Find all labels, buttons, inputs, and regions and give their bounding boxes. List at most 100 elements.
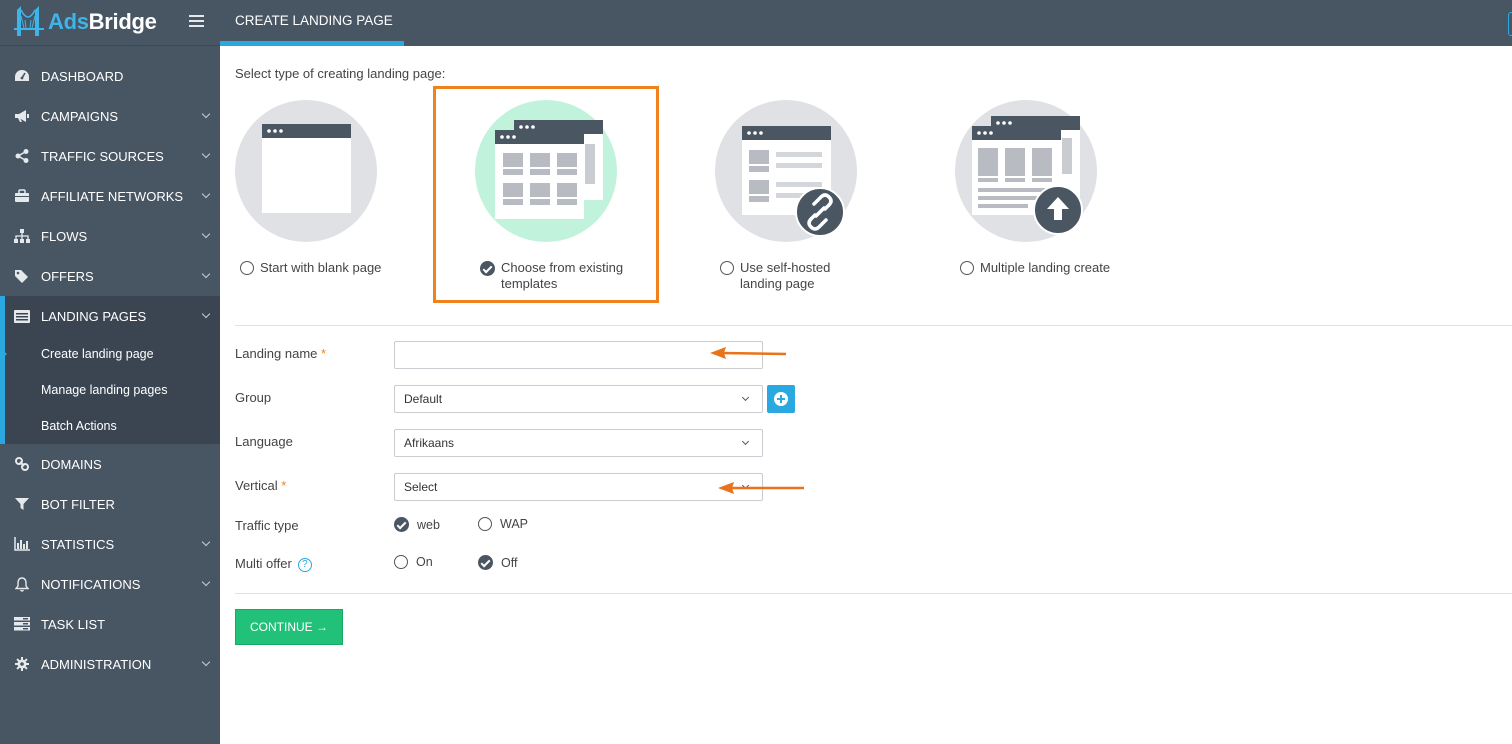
sidebar-subitem-create-landing-page[interactable]: Create landing page [0, 336, 220, 372]
sidebar-subitem-manage-landing-pages[interactable]: Manage landing pages [5, 372, 220, 408]
briefcase-icon [14, 188, 30, 204]
dashboard-icon [14, 68, 30, 84]
sidebar-item-administration[interactable]: ADMINISTRATION [0, 644, 220, 684]
field-label: Language [235, 434, 293, 449]
chevron-down-icon[interactable] [201, 109, 211, 119]
chevron-down-icon [741, 437, 750, 446]
continue-button[interactable]: CONTINUE → [235, 609, 343, 645]
continue-label: CONTINUE → [250, 620, 328, 634]
option-blank-radio[interactable] [240, 261, 254, 275]
selected-option-highlight [433, 86, 659, 303]
traffic-web-checked-icon[interactable] [394, 517, 409, 532]
sidebar-item-traffic-sources[interactable]: TRAFFIC SOURCES [0, 136, 220, 176]
sidebar-item-landing-pages[interactable]: LANDING PAGES [5, 296, 220, 336]
sidebar-item-label: STATISTICS [41, 536, 115, 552]
traffic-type-label: Traffic type [235, 518, 299, 533]
group-select[interactable]: Default [394, 385, 763, 413]
logo-text: AdsBridge [48, 9, 157, 35]
option-multiple-radio[interactable] [960, 261, 974, 275]
sidebar-item-dashboard[interactable]: DASHBOARD [0, 56, 220, 96]
chevron-down-icon[interactable] [201, 189, 211, 199]
add-group-button[interactable] [767, 385, 795, 413]
landing-name-label: Landing name * [235, 346, 326, 361]
filter-icon [14, 496, 30, 512]
vertical-select[interactable]: Select [394, 473, 763, 501]
field-label: Multi offer [235, 556, 292, 571]
sidebar-item-affiliate-networks[interactable]: AFFILIATE NETWORKS [0, 176, 220, 216]
share-icon [14, 148, 30, 164]
multi-off-checked-icon[interactable] [478, 555, 493, 570]
bar-chart-icon [14, 536, 30, 552]
traffic-wap-radio[interactable] [478, 517, 492, 531]
traffic-type-web-option[interactable]: web [394, 517, 440, 532]
app-root: AdsBridge DASHBOARD CAMPAIGNS TRAFFIC SO… [0, 0, 1512, 744]
vertical-selected-value: Select [404, 480, 438, 494]
sidebar-item-label: NOTIFICATIONS [41, 576, 141, 592]
option-label-line1: Use self-hosted [740, 260, 831, 275]
traffic-type-wap-option[interactable]: WAP [478, 517, 528, 531]
sidebar-item-domains[interactable]: DOMAINS [0, 444, 220, 484]
sidebar-item-label: FLOWS [41, 228, 88, 244]
megaphone-icon [14, 108, 30, 124]
language-selected-value: Afrikaans [404, 436, 455, 450]
sidebar-item-notifications[interactable]: NOTIFICATIONS [0, 564, 220, 604]
topbar: CREATE LANDING PAGE [220, 0, 1512, 46]
chevron-down-icon[interactable] [201, 657, 211, 667]
sidebar-item-label: LANDING PAGES [41, 308, 147, 324]
option-multiple-label: Multiple landing create [960, 260, 1110, 276]
sidebar-item-label: AFFILIATE NETWORKS [41, 188, 184, 204]
option-blank-label: Start with blank page [240, 260, 381, 276]
multi-offer-off-option[interactable]: Off [478, 555, 517, 570]
multiple-landing-illustration [955, 100, 1097, 242]
subitem-label: Batch Actions [41, 419, 117, 433]
sidebar-item-flows[interactable]: FLOWS [0, 216, 220, 256]
sidebar-item-label: DOMAINS [41, 456, 102, 472]
self-hosted-illustration [715, 100, 857, 242]
sidebar-item-campaigns[interactable]: CAMPAIGNS [0, 96, 220, 136]
chevron-down-icon[interactable] [201, 269, 211, 279]
help-icon[interactable]: ? [297, 557, 312, 572]
chevron-down-icon[interactable] [201, 309, 211, 319]
option-label-text: Start with blank page [260, 260, 382, 275]
sitemap-icon [14, 228, 30, 244]
sidebar-item-label: ADMINISTRATION [41, 656, 152, 672]
option-self-hosted-radio[interactable] [720, 261, 734, 275]
blank-page-illustration [235, 100, 377, 242]
field-label: Vertical [235, 478, 278, 493]
sidebar-item-statistics[interactable]: STATISTICS [0, 524, 220, 564]
chevron-down-icon[interactable] [201, 537, 211, 547]
required-marker: * [281, 478, 287, 493]
sidebar-item-bot-filter[interactable]: BOT FILTER [0, 484, 220, 524]
topbar-edge-button[interactable] [1508, 12, 1512, 36]
option-label-text: On [416, 555, 433, 569]
section-divider-top [235, 325, 1512, 326]
sidebar-item-label: TRAFFIC SOURCES [41, 148, 164, 164]
page-title: CREATE LANDING PAGE [235, 13, 393, 28]
multi-on-radio[interactable] [394, 555, 408, 569]
sidebar-nav-lower: DOMAINS BOT FILTER STATISTICS NOTIFICATI… [0, 444, 220, 684]
option-label-line2: landing page [740, 276, 815, 291]
option-self-hosted-label: Use self-hosted landing page [720, 260, 830, 292]
sidebar-item-offers[interactable]: OFFERS [0, 256, 220, 296]
logo-part-ads: Ads [48, 9, 89, 34]
group-label: Group [235, 390, 271, 405]
multi-offer-on-option[interactable]: On [394, 555, 433, 569]
chevron-down-icon[interactable] [201, 577, 211, 587]
option-label-text: Off [501, 555, 518, 570]
field-label: Traffic type [235, 518, 299, 533]
chevron-down-icon[interactable] [201, 149, 211, 159]
adsbridge-logo[interactable]: AdsBridge [14, 6, 157, 38]
field-label: Landing name [235, 346, 318, 361]
select-type-label: Select type of creating landing page: [235, 66, 446, 81]
hamburger-menu-icon[interactable] [189, 15, 204, 27]
sidebar-item-label: DASHBOARD [41, 68, 124, 84]
annotation-arrow-landing-name [710, 347, 787, 359]
sidebar-subitem-batch-actions[interactable]: Batch Actions [5, 408, 220, 444]
option-label-text: web [417, 517, 440, 532]
annotation-arrow-vertical [718, 482, 804, 494]
required-marker: * [321, 346, 327, 361]
sidebar-item-task-list[interactable]: TASK LIST [0, 604, 220, 644]
tags-icon [14, 268, 30, 284]
language-select[interactable]: Afrikaans [394, 429, 763, 457]
chevron-down-icon[interactable] [201, 229, 211, 239]
